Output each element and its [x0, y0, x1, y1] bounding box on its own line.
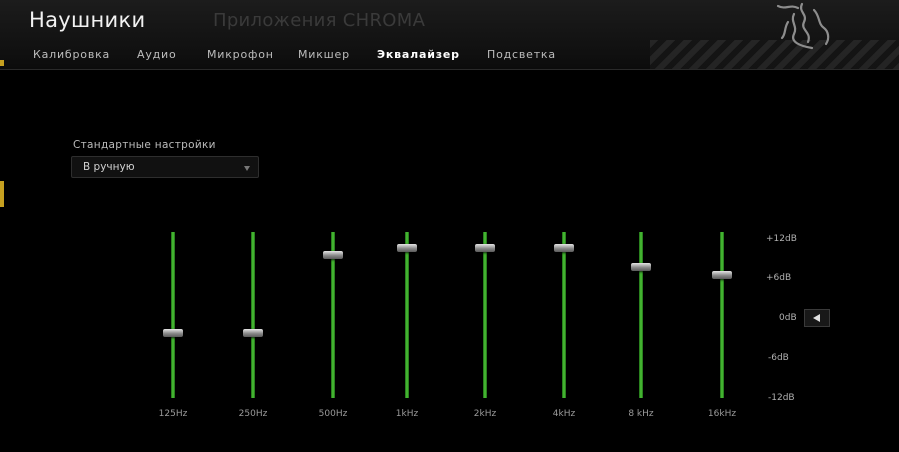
- db-scale-label: +12dB: [766, 234, 797, 244]
- eq-slider-handle[interactable]: [554, 243, 574, 252]
- preset-dropdown[interactable]: В ручную: [71, 156, 259, 178]
- eq-band-label: 8 kHz: [628, 409, 654, 419]
- eq-band-16khz[interactable]: 16kHz: [702, 232, 742, 419]
- eq-band-1khz[interactable]: 1kHz: [387, 232, 427, 419]
- eq-slider-track: [720, 232, 724, 398]
- tab-calibration[interactable]: Калибровка: [33, 48, 110, 61]
- eq-slider-handle[interactable]: [631, 262, 651, 271]
- eq-slider-track: [171, 232, 175, 398]
- reset-to-zero-button[interactable]: [804, 309, 830, 327]
- chroma-apps-link[interactable]: Приложения CHROMA: [213, 10, 425, 31]
- db-scale-label: 0dB: [779, 313, 797, 323]
- eq-band-label: 500Hz: [318, 409, 348, 419]
- preset-label: Стандартные настройки: [73, 139, 216, 151]
- eq-band-500hz[interactable]: 500Hz: [313, 232, 353, 419]
- app-title: Наушники: [29, 8, 146, 32]
- eq-slider-handle[interactable]: [475, 243, 495, 252]
- eq-slider-track: [639, 232, 643, 398]
- tab-lighting[interactable]: Подсветка: [487, 48, 556, 61]
- db-scale-label: -6dB: [768, 353, 789, 363]
- eq-band-label: 16kHz: [707, 409, 737, 419]
- db-scale-label: +6dB: [766, 273, 792, 283]
- preset-dropdown-value: В ручную: [83, 161, 135, 173]
- chevron-down-icon: [244, 166, 250, 171]
- tab-bar: Калибровка Аудио Микрофон Микшер Эквалай…: [0, 40, 899, 70]
- window-edge-left: [0, 60, 4, 66]
- eq-slider-track: [405, 232, 409, 398]
- window-edge-left-2: [0, 181, 4, 207]
- eq-band-label: 125Hz: [158, 409, 188, 419]
- eq-slider-handle[interactable]: [163, 329, 183, 338]
- eq-slider-track: [562, 232, 566, 398]
- db-scale-label: -12dB: [768, 393, 795, 403]
- app-header: Наушники Приложения CHROMA Калибровка Ау…: [0, 0, 899, 70]
- eq-slider-handle[interactable]: [397, 243, 417, 252]
- eq-band-250hz[interactable]: 250Hz: [233, 232, 273, 419]
- eq-slider-handle[interactable]: [323, 250, 343, 259]
- eq-band-4khz[interactable]: 4kHz: [544, 232, 584, 419]
- eq-band-label: 4kHz: [552, 409, 576, 419]
- tab-audio[interactable]: Аудио: [137, 48, 177, 61]
- tab-mixer[interactable]: Микшер: [298, 48, 350, 61]
- eq-band-8khz[interactable]: 8 kHz: [621, 232, 661, 419]
- eq-band-label: 1kHz: [395, 409, 419, 419]
- eq-band-label: 2kHz: [473, 409, 497, 419]
- eq-slider-track: [483, 232, 487, 398]
- left-arrow-icon: [813, 314, 820, 322]
- eq-slider-track: [251, 232, 255, 398]
- eq-band-2khz[interactable]: 2kHz: [465, 232, 505, 419]
- tab-divider: [0, 69, 899, 70]
- eq-band-125hz[interactable]: 125Hz: [153, 232, 193, 419]
- eq-slider-handle[interactable]: [712, 270, 732, 279]
- eq-slider-handle[interactable]: [243, 329, 263, 338]
- tab-equalizer[interactable]: Эквалайзер: [377, 48, 460, 61]
- eq-band-label: 250Hz: [238, 409, 268, 419]
- tab-microphone[interactable]: Микрофон: [207, 48, 274, 61]
